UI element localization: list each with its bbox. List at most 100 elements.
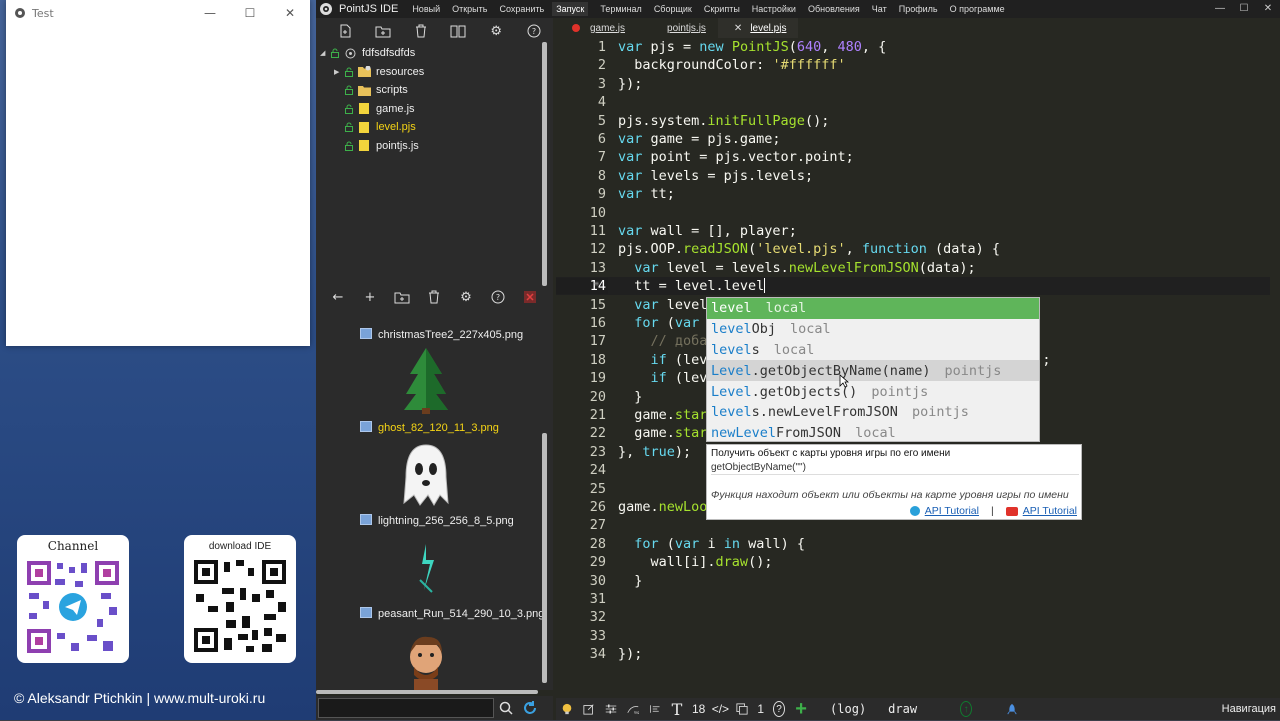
menu-save[interactable]: Сохранить	[499, 4, 544, 14]
autocomplete-item[interactable]: Level .getObjectByName(name) pointjs	[707, 360, 1039, 382]
tree-item-resources[interactable]: ▶ resources	[316, 63, 553, 82]
settings-gear-icon[interactable]: ⚙	[450, 286, 482, 308]
search-input[interactable]	[318, 698, 494, 718]
editor-scrollbar[interactable]	[1270, 38, 1280, 690]
log-button[interactable]: (log)	[826, 698, 870, 720]
code-line[interactable]: 34});	[556, 645, 1280, 663]
new-folder-icon[interactable]	[364, 20, 402, 42]
font-size-value[interactable]: 18	[688, 698, 709, 720]
code-line[interactable]: 32	[556, 608, 1280, 626]
code-line[interactable]: 4	[556, 93, 1280, 111]
code-line[interactable]: 7 var point = pjs.vector.point;	[556, 148, 1280, 166]
plus-icon[interactable]: +	[790, 698, 812, 720]
code-text[interactable]: tt = level.level	[618, 278, 766, 294]
close-panel-icon[interactable]	[514, 286, 546, 308]
new-file-icon[interactable]	[326, 20, 364, 42]
ide-minimize-icon[interactable]: —	[1208, 0, 1232, 18]
lock-icon[interactable]	[344, 104, 354, 114]
code-text[interactable]: backgroundColor: '#ffffff'	[618, 57, 845, 73]
close-tab-icon[interactable]: ✕	[734, 23, 742, 34]
draw-button[interactable]: draw	[884, 698, 921, 720]
rocket-icon[interactable]	[1001, 698, 1023, 720]
back-arrow-icon[interactable]: ←	[322, 286, 354, 308]
code-text[interactable]: wall[i].draw();	[618, 554, 773, 570]
code-line[interactable]: 2 backgroundColor: '#ffffff'	[556, 56, 1280, 74]
tab-level-pjs[interactable]: ✕ level.pjs	[717, 18, 799, 38]
code-line[interactable]: 28 for (var i in wall) {	[556, 535, 1280, 553]
tab-pointjs-js[interactable]: pointjs.js	[637, 18, 718, 38]
refresh-icon[interactable]	[518, 697, 542, 719]
menu-settings[interactable]: Настройки	[752, 4, 796, 14]
info-circle-icon[interactable]: ↑	[955, 698, 977, 720]
tree-item-pointjs-js[interactable]: pointjs.js	[316, 137, 553, 156]
close-icon[interactable]: ✕	[270, 0, 310, 26]
navigation-label[interactable]: Навигация	[1222, 703, 1280, 715]
search-icon[interactable]	[494, 697, 518, 719]
code-text[interactable]: pjs.OOP.readJSON('level.pjs', function (…	[618, 241, 1000, 257]
autocomplete-item[interactable]: level s local	[707, 340, 1039, 361]
lock-icon[interactable]	[344, 141, 354, 151]
lock-icon[interactable]	[330, 48, 340, 59]
code-icon[interactable]: </>	[709, 698, 731, 720]
menu-scripts[interactable]: Скрипты	[704, 4, 740, 14]
log-graph-icon[interactable]: log	[622, 698, 644, 720]
project-scrollbar[interactable]	[542, 42, 547, 286]
ide-maximize-icon[interactable]: ☐	[1232, 0, 1256, 18]
menu-open[interactable]: Открыть	[452, 4, 487, 14]
menu-updates[interactable]: Обновления	[808, 4, 860, 14]
resource-item-peasant[interactable]: peasant_Run_514_290_10_3.png	[316, 607, 546, 700]
maximize-icon[interactable]: ☐	[230, 0, 270, 26]
test-window[interactable]: Test — ☐ ✕	[6, 0, 310, 346]
code-text[interactable]: });	[618, 76, 642, 92]
code-line[interactable]: 9 var tt;	[556, 185, 1280, 203]
api-tutorial-link-telegram[interactable]: API Tutorial	[925, 505, 979, 517]
tree-root[interactable]: ◢ fdfsdfsdfds	[316, 44, 553, 63]
code-line[interactable]: 29 wall[i].draw();	[556, 553, 1280, 571]
collapse-arrow-icon[interactable]: ◢	[320, 49, 330, 57]
code-text[interactable]: });	[618, 646, 642, 662]
gear-icon[interactable]: ⚙	[477, 20, 515, 42]
code-text[interactable]: var pjs = new PointJS(640, 480, {	[618, 39, 886, 55]
tree-item-game-js[interactable]: game.js	[316, 100, 553, 119]
code-line[interactable]: 6 var game = pjs.game;	[556, 130, 1280, 148]
resource-item-lightning[interactable]: lightning_256_256_8_5.png	[316, 514, 546, 607]
lightbulb-icon[interactable]	[556, 698, 578, 720]
menu-run[interactable]: Запуск	[552, 2, 589, 16]
resources-scrollbar[interactable]	[542, 433, 547, 683]
expand-arrow-icon[interactable]: ▶	[334, 68, 344, 76]
fold-marker-icon[interactable]: ≡	[594, 279, 602, 288]
code-text[interactable]: var tt;	[618, 186, 675, 202]
code-text[interactable]: // добав	[618, 333, 716, 349]
code-line-current[interactable]: 14 tt = level.level	[556, 277, 1280, 296]
lock-icon[interactable]	[344, 67, 354, 77]
code-line[interactable]: 11 var wall = [], player;	[556, 222, 1280, 240]
add-icon[interactable]: +	[354, 286, 386, 308]
code-text[interactable]: var game = pjs.game;	[618, 131, 781, 147]
menu-builder[interactable]: Сборщик	[654, 4, 692, 14]
code-text[interactable]: var point = pjs.vector.point;	[618, 149, 854, 165]
tree-item-level-pjs[interactable]: level.pjs	[316, 118, 553, 137]
autocomplete-item[interactable]: newLevel FromJSON local	[707, 423, 1039, 444]
autocomplete-item[interactable]: level Obj local	[707, 319, 1039, 340]
resource-item-tree[interactable]: christmasTree2_227x405.png	[316, 328, 546, 421]
menu-profile[interactable]: Профиль	[899, 4, 938, 14]
add-folder-icon[interactable]	[386, 286, 418, 308]
code-line[interactable]: 30 }	[556, 572, 1280, 590]
code-line[interactable]: 3});	[556, 75, 1280, 93]
code-line[interactable]: 33	[556, 627, 1280, 645]
code-text[interactable]: }	[618, 389, 642, 405]
code-line[interactable]: 12 pjs.OOP.readJSON('level.pjs', function…	[556, 240, 1280, 258]
code-line[interactable]: 10	[556, 204, 1280, 222]
code-line[interactable]: 31	[556, 590, 1280, 608]
code-line[interactable]: 13 var level = levels.newLevelFromJSON(d…	[556, 259, 1280, 277]
trash-icon[interactable]	[418, 286, 450, 308]
edit-icon[interactable]	[578, 698, 600, 720]
code-text[interactable]: }, true);	[618, 444, 691, 460]
code-text[interactable]: var levels = pjs.levels;	[618, 168, 813, 184]
tab-game-js[interactable]: game.js	[556, 18, 637, 38]
menu-chat[interactable]: Чат	[872, 4, 887, 14]
align-icon[interactable]	[644, 698, 666, 720]
autocomplete-item[interactable]: level s.newLevelFromJSON pointjs	[707, 402, 1039, 423]
horizontal-scrollbar[interactable]	[316, 690, 553, 694]
autocomplete-item[interactable]: Level .getObjects() pointjs	[707, 381, 1039, 402]
